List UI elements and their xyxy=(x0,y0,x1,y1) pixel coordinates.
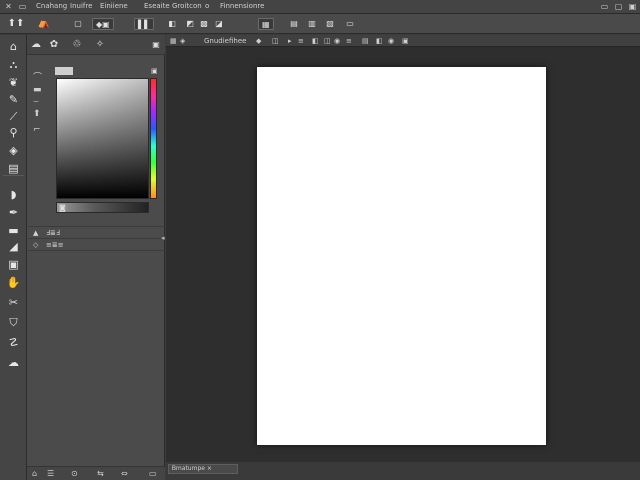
sparkle-icon[interactable]: ✧ xyxy=(93,38,107,52)
panel-footer: ⌂ ☰ ⊙ ⇆ ⇔ ▭ xyxy=(27,466,165,480)
document-tab-bar: ▦ ◈ Gnudiefihee ◆ ◫ ▸ ≡ ◧ ◫ ◉ ≡ ▤ ◧ ◉ ▣ xyxy=(166,35,640,47)
panel-menu-icon[interactable]: ▣ xyxy=(149,38,163,52)
document-canvas[interactable] xyxy=(257,67,546,445)
home-back-icon[interactable]: ⛺ xyxy=(36,18,52,30)
burn-icon[interactable]: ◗ xyxy=(5,187,22,202)
option-button-4[interactable]: ◪ xyxy=(213,18,225,30)
rectangle-icon[interactable]: ▣ xyxy=(5,257,22,272)
doc-bar-item-6[interactable]: ▸ xyxy=(288,36,292,46)
menu-item-3[interactable]: Einiiene xyxy=(100,2,128,10)
app-logo-icon[interactable]: ✕ xyxy=(4,2,13,11)
menu-item-7[interactable]: Finnensionre xyxy=(220,2,264,10)
close-icon[interactable]: ▣ xyxy=(628,2,637,11)
menu-item-6[interactable]: o xyxy=(205,2,209,10)
mode-dropdown[interactable]: ◆▣ xyxy=(92,18,114,30)
list-item[interactable]: ▲ Ⅎ≣Ⅎ xyxy=(28,226,165,238)
opacity-field[interactable]: ▌▌ xyxy=(134,18,155,30)
clone-stamp-icon[interactable]: ⚲ xyxy=(5,125,22,140)
hue-slider[interactable] xyxy=(150,78,157,199)
footer-arrows-icon[interactable]: ⇔ xyxy=(121,469,128,478)
recycle-icon[interactable]: ♲ xyxy=(70,38,84,52)
option-button-8[interactable]: ▧ xyxy=(324,18,336,30)
minimize-icon[interactable]: ▭ xyxy=(600,2,609,11)
footer-list-icon[interactable]: ☰ xyxy=(47,469,54,478)
doc-bar-item-7[interactable]: ≡ xyxy=(298,36,304,46)
option-button-5[interactable]: ▦ xyxy=(258,18,274,30)
restore-icon[interactable]: ▢ xyxy=(614,2,623,11)
brush-size-icon[interactable]: ▢ xyxy=(72,18,84,30)
color-picker-field[interactable] xyxy=(56,78,149,199)
menu-item-2[interactable]: Inuifre xyxy=(70,2,92,10)
menu-icon[interactable]: ▭ xyxy=(18,2,27,11)
menu-bar: ✕ ▭ Cnahang Inuifre Einiiene Eseaite Gro… xyxy=(0,0,640,14)
footer-trash-icon[interactable]: ▭ xyxy=(149,469,157,478)
doc-bar-item-8[interactable]: ◧ xyxy=(312,36,319,46)
menu-item-4[interactable]: Eseaite xyxy=(144,2,170,10)
doc-bar-item-12[interactable]: ▤ xyxy=(362,36,369,46)
doc-bar-item-2[interactable]: ◈ xyxy=(180,36,185,46)
options-bar: ⬆⬆ ⛺ ▢ ◆▣ ▌▌ ◧ ◩ ▩ ◪ ▦ ▤ ▥ ▧ ▭ xyxy=(0,14,640,34)
tool-separator xyxy=(3,175,24,176)
option-button-2[interactable]: ◩ xyxy=(184,18,196,30)
cloud-icon[interactable]: ☁ xyxy=(29,38,43,52)
quick-select-icon[interactable]: ❦ xyxy=(5,75,22,90)
list-item[interactable]: ◇ ≡≣≡ xyxy=(28,238,165,250)
spot-heal-icon[interactable]: ✎ xyxy=(5,92,22,107)
option-button-9[interactable]: ▭ xyxy=(344,18,356,30)
option-button-7[interactable]: ▥ xyxy=(306,18,318,30)
eraser-icon[interactable]: ◈ xyxy=(5,143,22,158)
smudge-icon[interactable]: ☡ xyxy=(5,335,22,350)
swatch-row[interactable]: ⌒ xyxy=(33,74,42,83)
doc-bar-item-3[interactable]: Gnudiefihee xyxy=(204,36,246,46)
footer-swap-icon[interactable]: ⇆ xyxy=(97,469,104,478)
foreground-color-icon[interactable]: ⛉ xyxy=(5,315,22,330)
menu-item-1[interactable]: Cnahang xyxy=(36,2,67,10)
doc-bar-item-13[interactable]: ◧ xyxy=(376,36,383,46)
quick-mask-icon[interactable]: ☁ xyxy=(5,355,22,370)
swatch-row[interactable]: ⌣ xyxy=(33,98,39,107)
doc-bar-item-14[interactable]: ◉ xyxy=(388,36,394,46)
tool-panel: ⌂ ⛬ ❦ ✎ ⟋ ⚲ ◈ ▤ ◗ ✒ ▬ ◢ ▣ ✋ ✂ ⛉ ☡ ☁ xyxy=(0,35,27,480)
pen-icon[interactable]: ✒ xyxy=(5,205,22,220)
type-icon[interactable]: ▬ xyxy=(5,223,22,238)
shape-icon[interactable]: ◢ xyxy=(5,239,22,254)
flower-icon[interactable]: ✿ xyxy=(47,38,61,52)
swatch-row[interactable]: ⌐ xyxy=(33,126,41,135)
swatch-row[interactable]: ▬ xyxy=(33,86,42,95)
footer-circle-icon[interactable]: ⊙ xyxy=(71,469,78,478)
option-button-3[interactable]: ▩ xyxy=(198,18,210,30)
doc-bar-item-5[interactable]: ◫ xyxy=(272,36,279,46)
doc-bar-item-10[interactable]: ◉ xyxy=(334,36,340,46)
swatch-row[interactable]: ⬆ xyxy=(33,110,41,119)
menu-item-5[interactable]: Groitcon xyxy=(172,2,202,10)
zoom-icon[interactable]: ✂ xyxy=(5,295,22,310)
home-icon[interactable]: ⌂ xyxy=(5,39,22,54)
panel-close-icon[interactable]: ▣ xyxy=(151,67,158,75)
divider xyxy=(28,250,165,251)
footer-home-icon[interactable]: ⌂ xyxy=(32,469,37,478)
doc-bar-item-11[interactable]: ≡ xyxy=(346,36,352,46)
doc-bar-item-1[interactable]: ▦ xyxy=(170,36,177,46)
panel-sub-tab[interactable] xyxy=(55,67,73,75)
brush-tool-icon[interactable]: ⬆⬆ xyxy=(6,18,26,30)
color-history-strip[interactable]: ◙ xyxy=(56,202,149,213)
hand-icon[interactable]: ✋ xyxy=(5,275,22,290)
brush-icon[interactable]: ⟋ xyxy=(5,109,22,124)
doc-bar-item-4[interactable]: ◆ xyxy=(256,36,261,46)
option-button-1[interactable]: ◧ xyxy=(166,18,178,30)
doc-bar-item-15[interactable]: ▣ xyxy=(402,36,409,46)
lasso-icon[interactable]: ⛬ xyxy=(5,57,22,72)
option-button-6[interactable]: ▤ xyxy=(288,18,300,30)
panel-tab-bar: ☁ ✿ ♲ ✧ ▣ xyxy=(27,35,165,55)
doc-bar-item-9[interactable]: ◫ xyxy=(324,36,331,46)
document-status-tab[interactable]: Ᏼmatumpe ⨯ xyxy=(168,464,238,474)
gradient-icon[interactable]: ▤ xyxy=(5,161,22,176)
camera-icon[interactable]: ◙ xyxy=(59,204,66,212)
